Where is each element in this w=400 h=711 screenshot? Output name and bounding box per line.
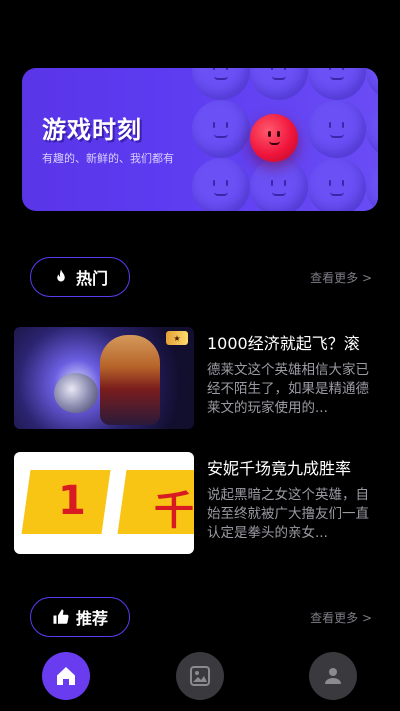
article-thumbnail: ★: [14, 327, 194, 429]
red-ball-mascot: [250, 114, 298, 162]
article-card[interactable]: 1 千 安妮千场竟九成胜率 说起黑暗之女这个英雄，自始至终就被广大撸友们一直认定…: [14, 452, 386, 556]
flame-icon: [57, 269, 65, 282]
banner[interactable]: 游戏时刻 有趣的、新鲜的、我们都有: [22, 68, 378, 211]
nav-profile-button[interactable]: [309, 652, 357, 700]
banner-subtitle: 有趣的、新鲜的、我们都有: [42, 152, 174, 165]
thumbnail-glyph: 千: [154, 488, 194, 534]
recommend-see-more-link[interactable]: 查看更多 >: [310, 609, 372, 626]
home-icon: [57, 667, 75, 685]
hot-section-label: 热门: [75, 269, 108, 288]
hot-see-more-link[interactable]: 查看更多 >: [310, 269, 372, 286]
recommend-section-label: 推荐: [75, 609, 108, 628]
article-title: 1000经济就起飞？滚: [207, 334, 360, 353]
thumbs-up-icon: [53, 609, 69, 624]
thumbnail-glyph: 1: [58, 478, 86, 524]
banner-title: 游戏时刻: [42, 116, 142, 144]
article-description: 德莱文这个英雄相信大家已经不陌生了，如果是精通德莱文的玩家使用的...: [207, 362, 369, 416]
nav-home-button[interactable]: [42, 652, 90, 700]
article-card[interactable]: ★ 1000经济就起飞？滚 德莱文这个英雄相信大家已经不陌生了，如果是精通德莱文…: [14, 327, 386, 431]
bottom-navigation: [0, 648, 400, 711]
recommend-section-button[interactable]: 推荐: [30, 597, 130, 637]
article-title: 安妮千场竟九成胜率: [207, 459, 352, 478]
article-thumbnail: 1 千: [14, 452, 194, 554]
hot-section-button[interactable]: 热门: [30, 257, 130, 297]
nav-gallery-button[interactable]: [176, 652, 224, 700]
gallery-icon: [190, 666, 210, 686]
article-description: 说起黑暗之女这个英雄，自始至终就被广大撸友们一直认定是拳头的亲女...: [207, 487, 369, 541]
user-icon: [325, 668, 341, 684]
